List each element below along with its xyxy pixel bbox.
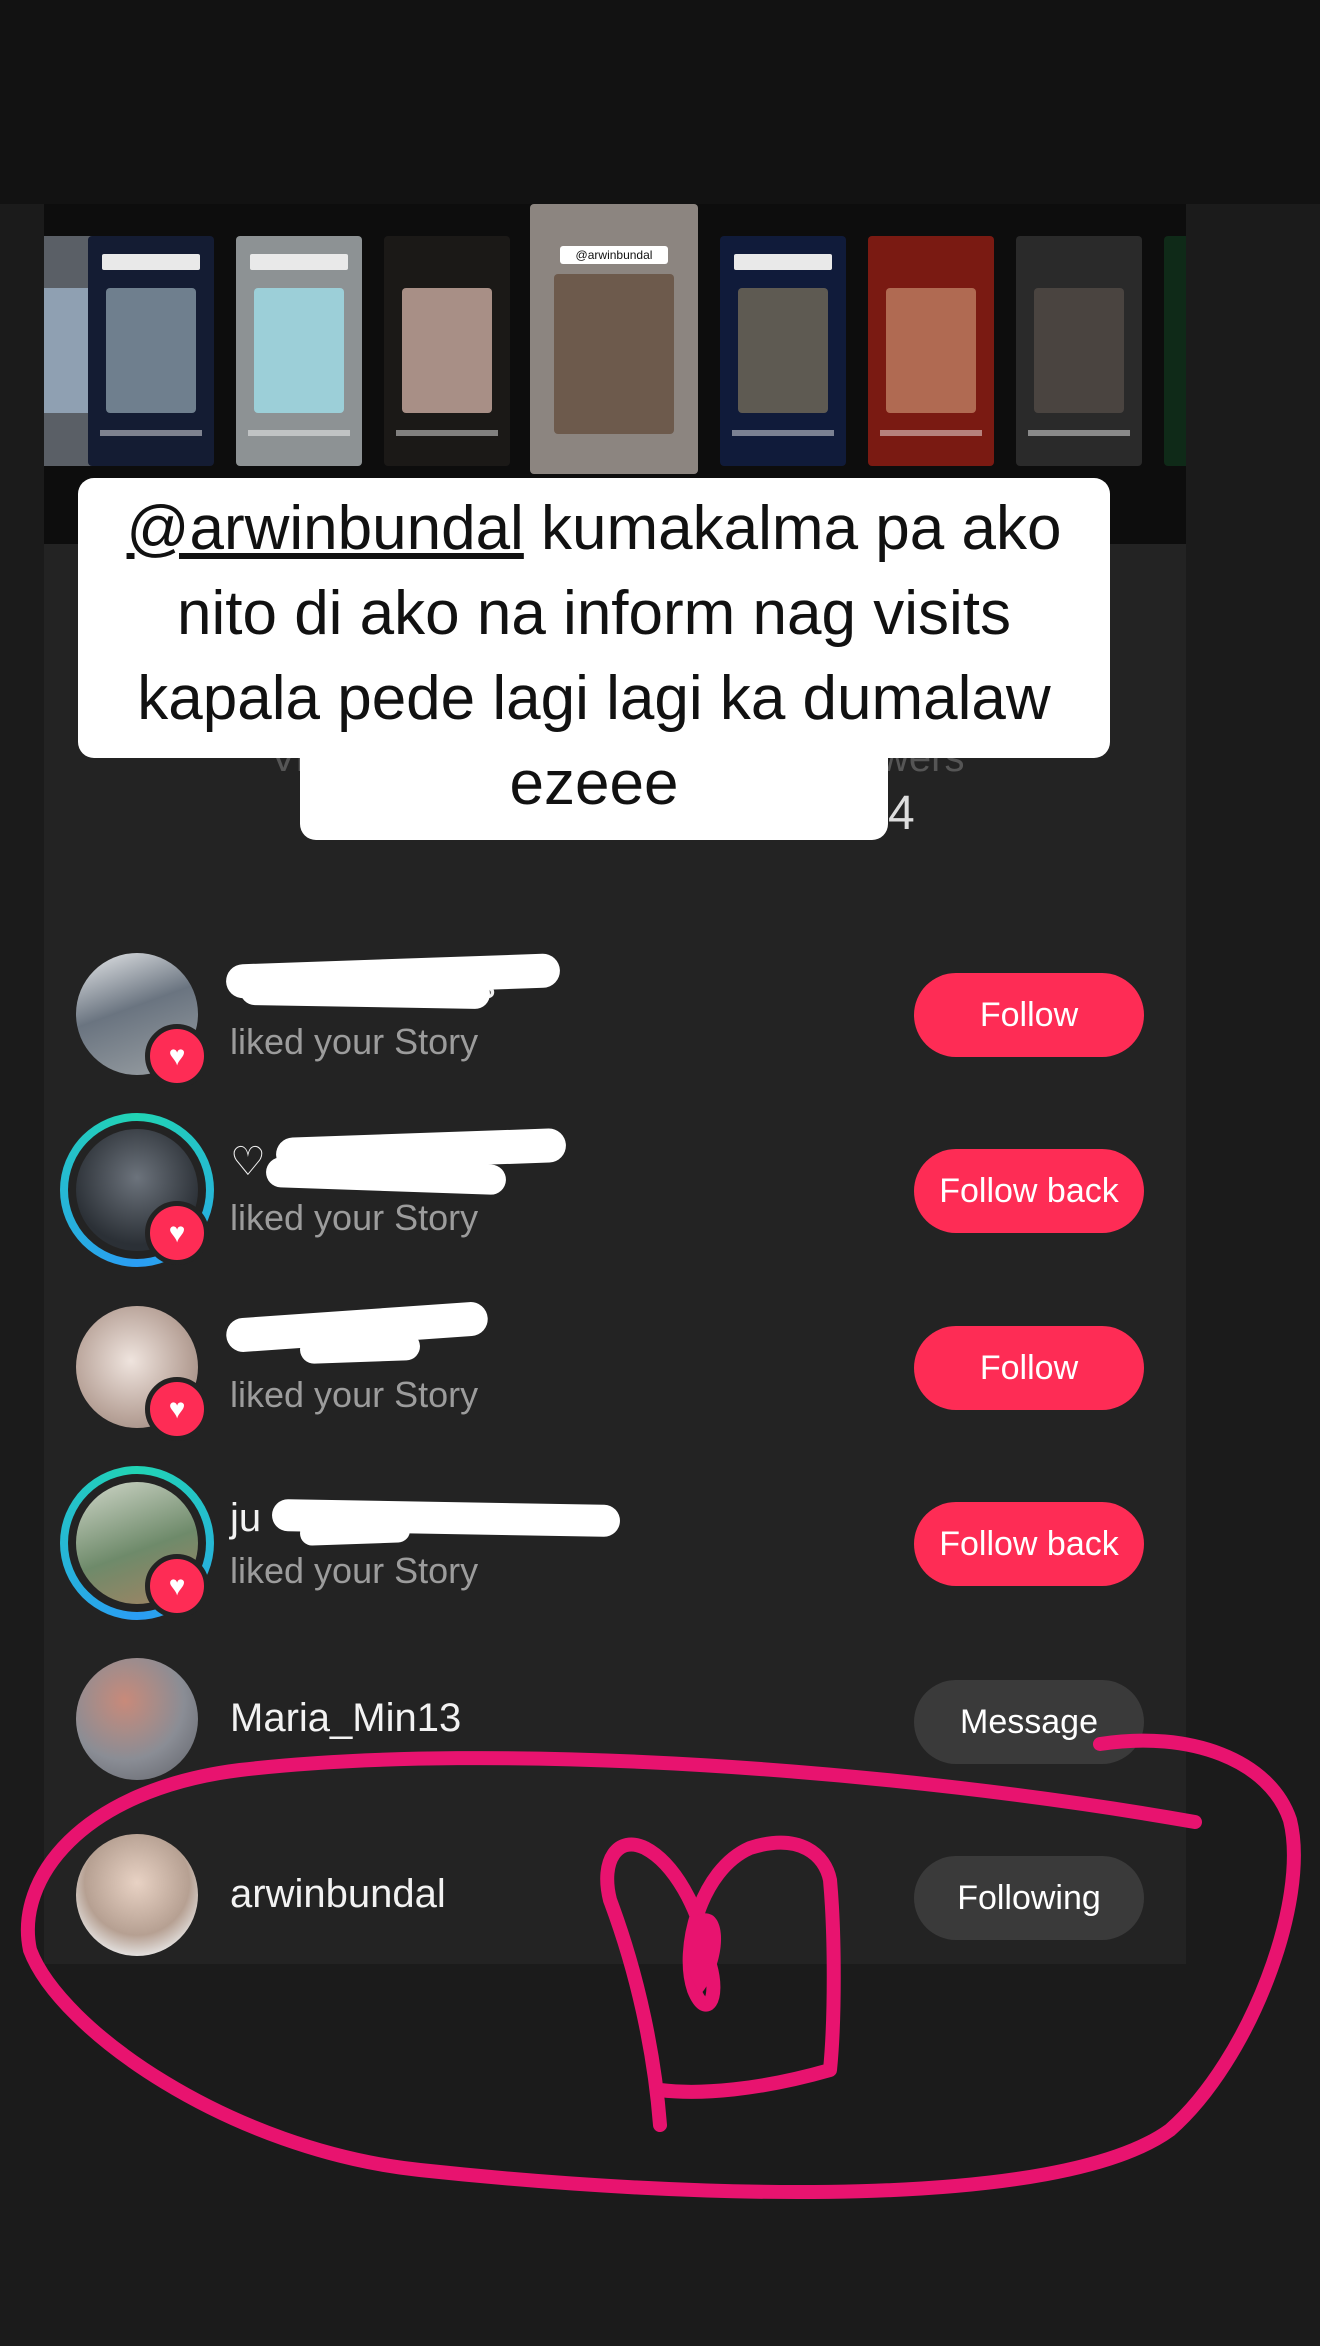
drawn-annotation	[20, 1733, 1301, 2200]
heart-doodle-icon	[600, 1835, 841, 2132]
